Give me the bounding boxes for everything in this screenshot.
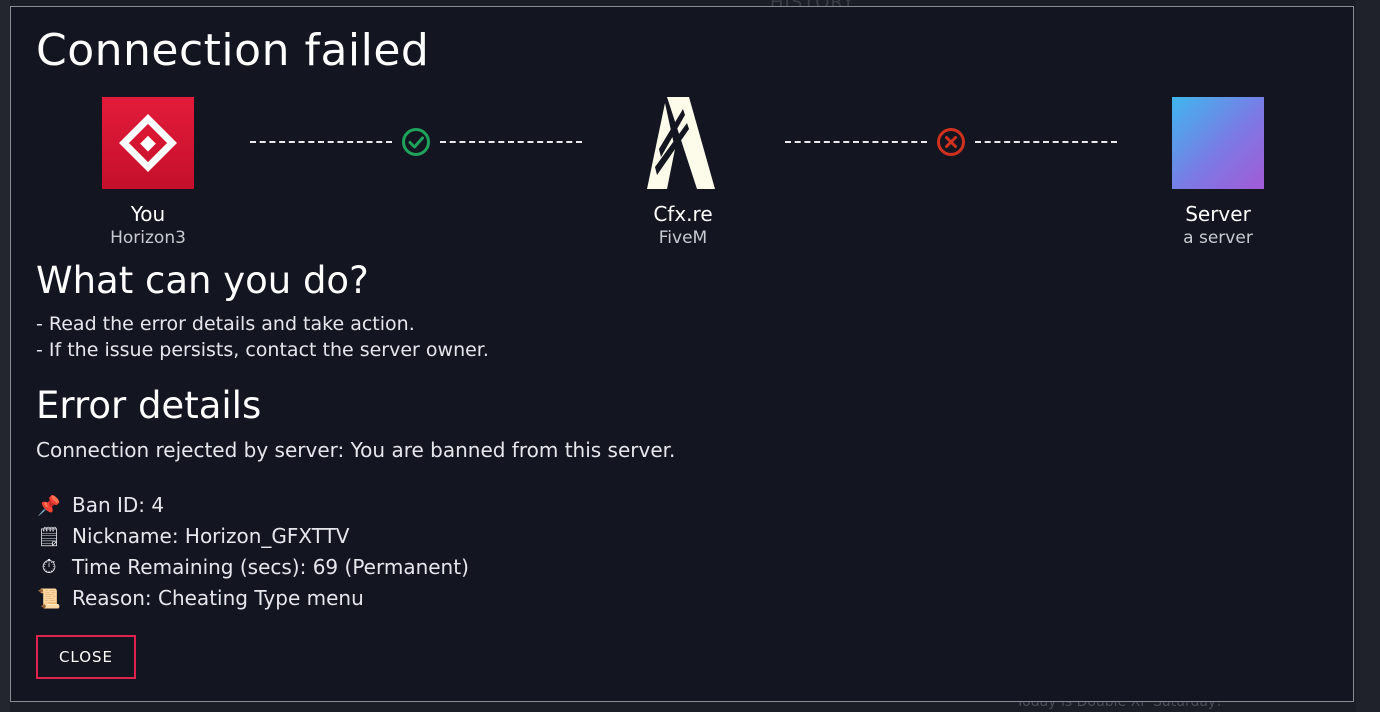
node-you-name: You xyxy=(130,202,166,226)
node-cfx-name: Cfx.re xyxy=(653,202,713,226)
nickname-text: Nickname: Horizon_GFXTTV xyxy=(72,524,350,548)
time-remaining-text: Time Remaining (secs): 69 (Permanent) xyxy=(72,555,469,579)
reason-text: Reason: Cheating Type menu xyxy=(72,586,364,610)
notepad-icon: 🗒 xyxy=(36,525,62,548)
background-sidebar xyxy=(0,0,10,712)
background-scrollbar-area xyxy=(1356,0,1380,712)
link-you-cfx xyxy=(250,127,582,157)
time-remaining-line: ⏱ Time Remaining (secs): 69 (Permanent) xyxy=(36,555,469,579)
node-server-sub: a server xyxy=(1183,228,1253,248)
node-cfx: Cfx.re FiveM xyxy=(583,97,783,249)
horizon-logo-icon xyxy=(102,97,194,189)
ban-id-line: 📌 Ban ID: 4 xyxy=(36,493,164,517)
advice-line: - Read the error details and take action… xyxy=(36,313,415,335)
pushpin-icon: 📌 xyxy=(37,494,61,517)
check-circle-icon xyxy=(401,127,431,157)
nickname-line: 🗒 Nickname: Horizon_GFXTTV xyxy=(36,524,350,548)
connection-failed-dialog: Connection failed You Horizon3 Cfx.re Fi… xyxy=(10,6,1354,702)
node-you-sub: Horizon3 xyxy=(110,228,186,248)
reason-line: 📜 Reason: Cheating Type menu xyxy=(36,586,364,610)
node-cfx-sub: FiveM xyxy=(658,228,708,248)
dashed-line xyxy=(440,141,582,143)
scroll-icon: 📜 xyxy=(37,587,61,610)
link-cfx-server xyxy=(785,127,1117,157)
dashed-line xyxy=(785,141,927,143)
error-details-heading: Error details xyxy=(36,384,262,427)
dialog-title: Connection failed xyxy=(36,25,430,76)
node-you: You Horizon3 xyxy=(48,97,248,249)
stopwatch-icon: ⏱ xyxy=(41,556,57,578)
node-server-name: Server xyxy=(1185,202,1251,226)
x-circle-icon xyxy=(936,127,966,157)
ban-id-text: Ban ID: 4 xyxy=(72,493,165,517)
dashed-line xyxy=(975,141,1117,143)
fivem-logo-icon xyxy=(637,97,729,189)
what-can-you-do-heading: What can you do? xyxy=(36,259,369,302)
close-button[interactable]: CLOSE xyxy=(36,635,136,679)
error-message: Connection rejected by server: You are b… xyxy=(36,438,676,462)
server-icon xyxy=(1172,97,1264,189)
node-server: Server a server xyxy=(1118,97,1318,249)
advice-line: - If the issue persists, contact the ser… xyxy=(36,339,489,361)
dashed-line xyxy=(250,141,392,143)
